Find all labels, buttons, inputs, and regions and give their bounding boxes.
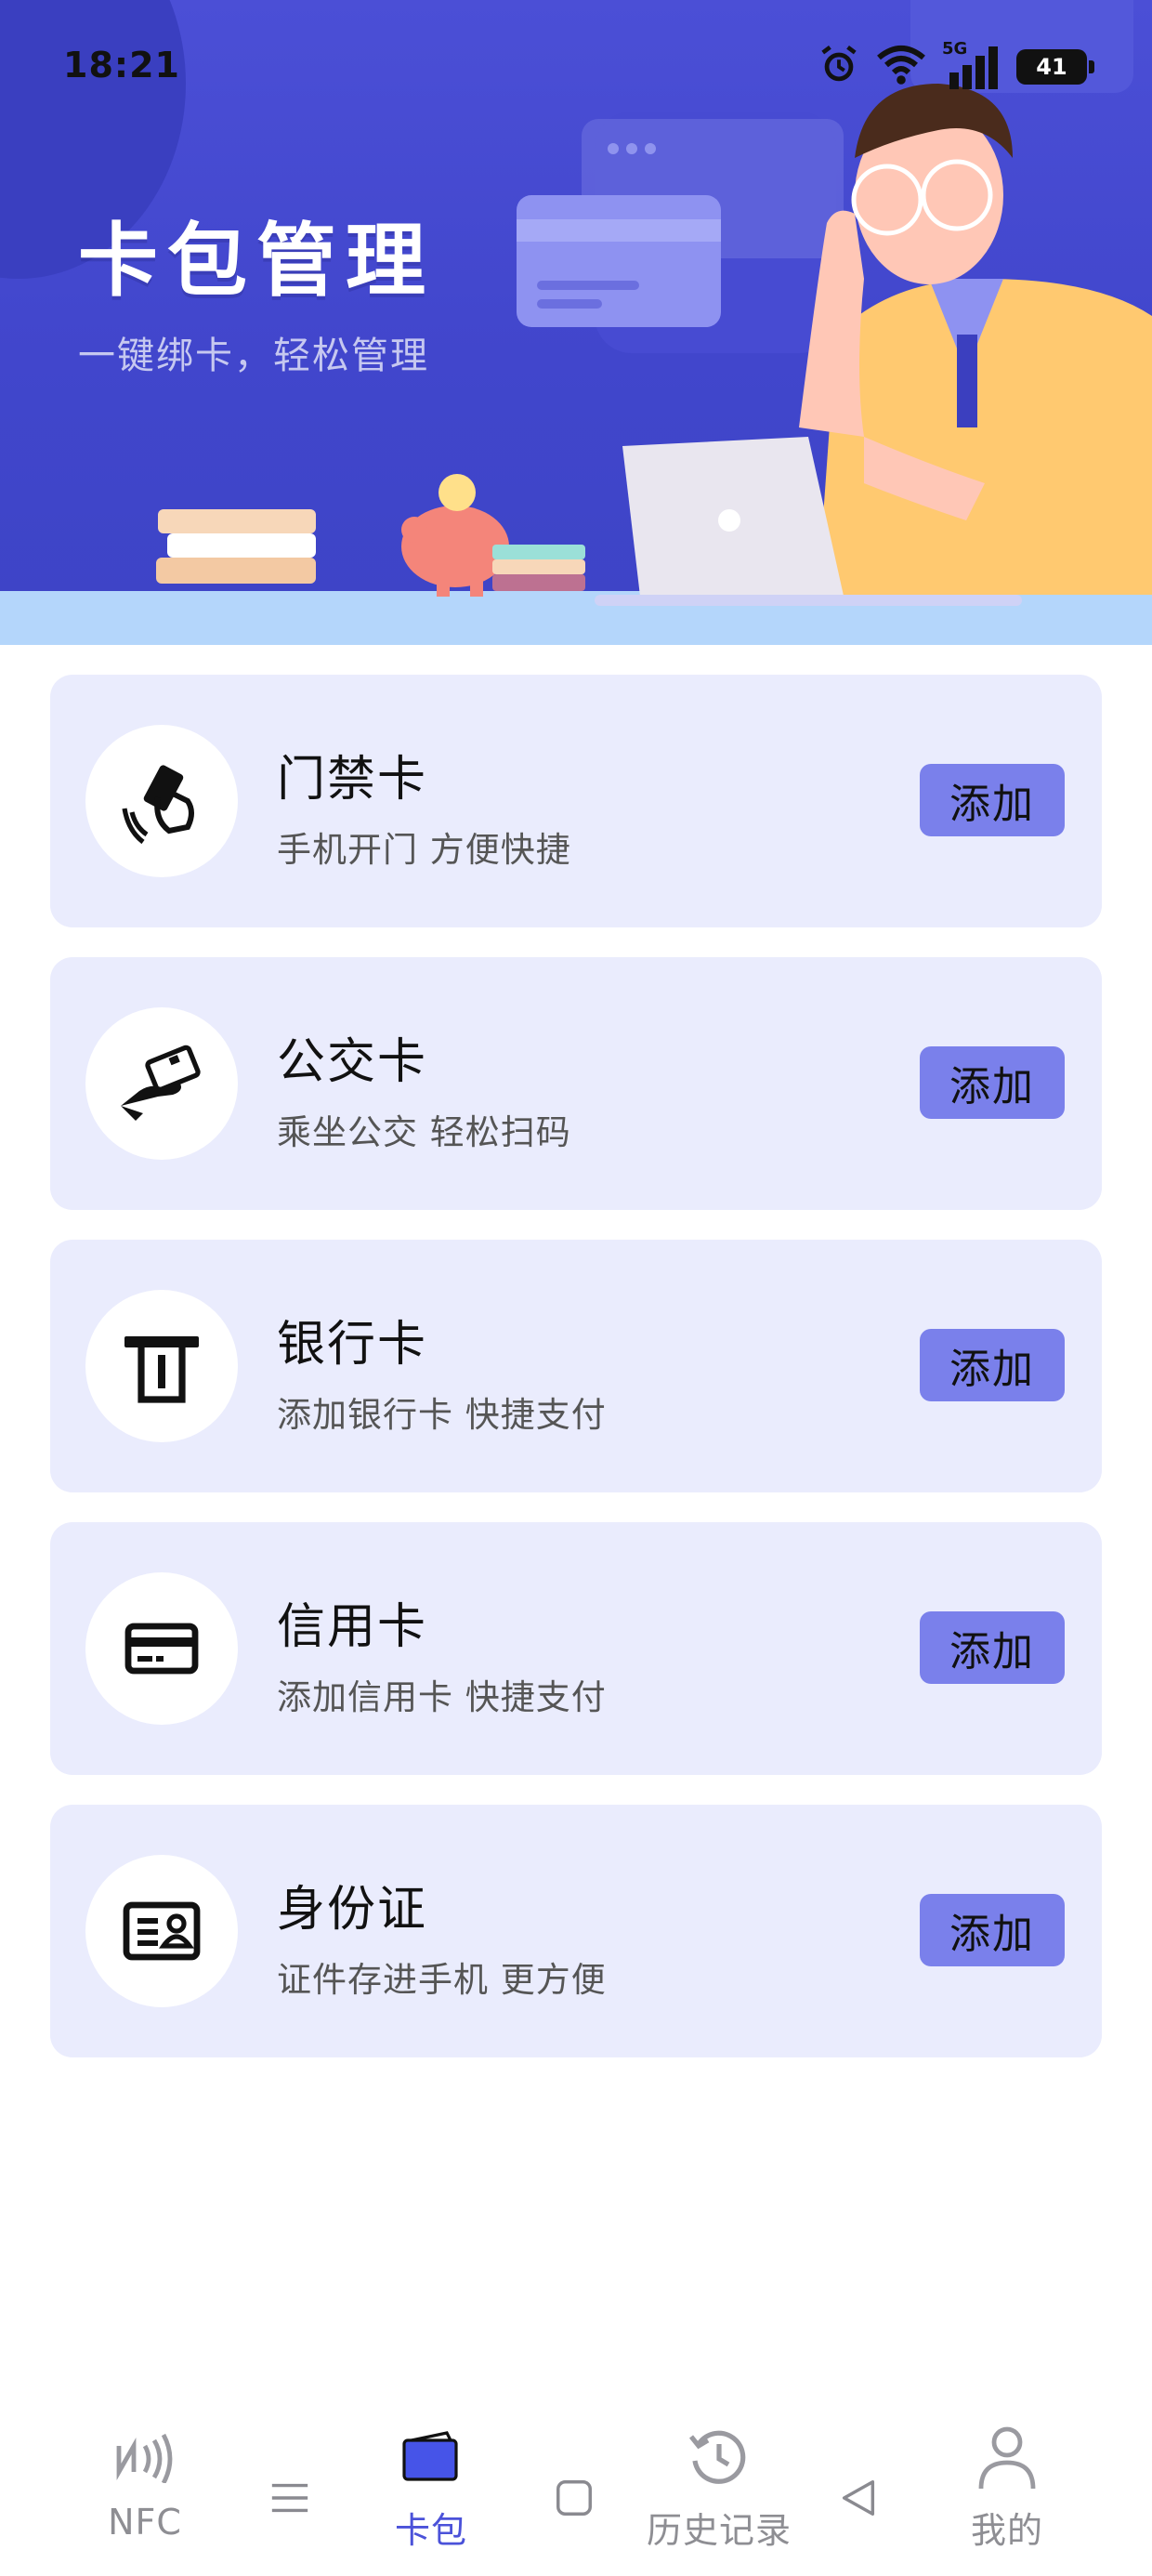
back-nav-button[interactable] bbox=[831, 2472, 886, 2528]
tap-card-icon bbox=[85, 725, 238, 877]
tab-label: 卡包 bbox=[394, 2510, 467, 2551]
add-id-card-button[interactable]: 添加 bbox=[920, 1894, 1065, 1966]
nfc-icon bbox=[115, 2420, 175, 2494]
signal-icon: 5G bbox=[942, 39, 1000, 91]
id-card-icon bbox=[85, 1855, 238, 2007]
hand-card-icon bbox=[85, 1007, 238, 1160]
add-bank-card-button[interactable]: 添加 bbox=[920, 1329, 1065, 1401]
header-banner: 卡包管理 一键绑卡，轻松管理 18:21 5G 41 bbox=[0, 0, 1152, 645]
card-desc: 添加银行卡 快捷支付 bbox=[277, 1395, 607, 1435]
back-triangle-icon bbox=[837, 2477, 880, 2523]
battery-icon: 41 bbox=[1016, 49, 1094, 85]
tab-label: 历史记录 bbox=[646, 2510, 792, 2551]
card-desc: 添加信用卡 快捷支付 bbox=[277, 1677, 607, 1717]
card-access[interactable]: 门禁卡 手机开门 方便快捷 添加 bbox=[50, 675, 1102, 927]
banner-title: 卡包管理 bbox=[78, 215, 435, 308]
status-bar: 18:21 5G 41 bbox=[0, 0, 1152, 130]
add-access-card-button[interactable]: 添加 bbox=[920, 764, 1065, 836]
banner-subtitle: 一键绑卡，轻松管理 bbox=[78, 335, 429, 377]
tab-nfc[interactable]: NFC bbox=[52, 2398, 238, 2576]
wallet-icon bbox=[400, 2420, 462, 2494]
card-title: 公交卡 bbox=[277, 1034, 428, 1090]
card-transit[interactable]: 公交卡 乘坐公交 轻松扫码 添加 bbox=[50, 957, 1102, 1210]
card-desc: 乘坐公交 轻松扫码 bbox=[277, 1112, 571, 1152]
alarm-icon bbox=[818, 44, 860, 90]
atm-card-icon bbox=[85, 1290, 238, 1442]
card-credit[interactable]: 信用卡 添加信用卡 快捷支付 添加 bbox=[50, 1522, 1102, 1775]
tab-history[interactable]: 历史记录 bbox=[626, 2398, 812, 2576]
battery-level: 41 bbox=[1036, 54, 1067, 80]
profile-icon bbox=[977, 2420, 1037, 2494]
tab-label: 我的 bbox=[970, 2510, 1043, 2551]
card-title: 门禁卡 bbox=[277, 752, 428, 808]
tab-wallet[interactable]: 卡包 bbox=[338, 2398, 524, 2576]
home-nav-button[interactable] bbox=[546, 2472, 602, 2528]
history-icon bbox=[687, 2420, 751, 2494]
square-icon bbox=[553, 2477, 596, 2523]
card-title: 银行卡 bbox=[277, 1317, 428, 1373]
card-title: 身份证 bbox=[277, 1882, 428, 1938]
status-time: 18:21 bbox=[63, 45, 180, 85]
card-desc: 证件存进手机 更方便 bbox=[277, 1960, 607, 2000]
tab-label: NFC bbox=[108, 2502, 182, 2543]
add-credit-card-button[interactable]: 添加 bbox=[920, 1611, 1065, 1684]
menu-icon bbox=[268, 2477, 311, 2523]
menu-nav-button[interactable] bbox=[262, 2472, 318, 2528]
tab-profile[interactable]: 我的 bbox=[914, 2398, 1100, 2576]
card-desc: 手机开门 方便快捷 bbox=[277, 830, 571, 870]
card-list: 门禁卡 手机开门 方便快捷 添加 公交卡 乘坐公交 轻松扫码 添加 银行卡 添加… bbox=[50, 675, 1102, 2087]
credit-card-icon bbox=[85, 1572, 238, 1725]
card-bank[interactable]: 银行卡 添加银行卡 快捷支付 添加 bbox=[50, 1240, 1102, 1492]
add-transit-card-button[interactable]: 添加 bbox=[920, 1046, 1065, 1119]
card-id[interactable]: 身份证 证件存进手机 更方便 添加 bbox=[50, 1805, 1102, 2057]
wifi-icon bbox=[877, 44, 925, 90]
status-icons: 5G 41 bbox=[818, 39, 1094, 93]
card-title: 信用卡 bbox=[277, 1599, 428, 1655]
